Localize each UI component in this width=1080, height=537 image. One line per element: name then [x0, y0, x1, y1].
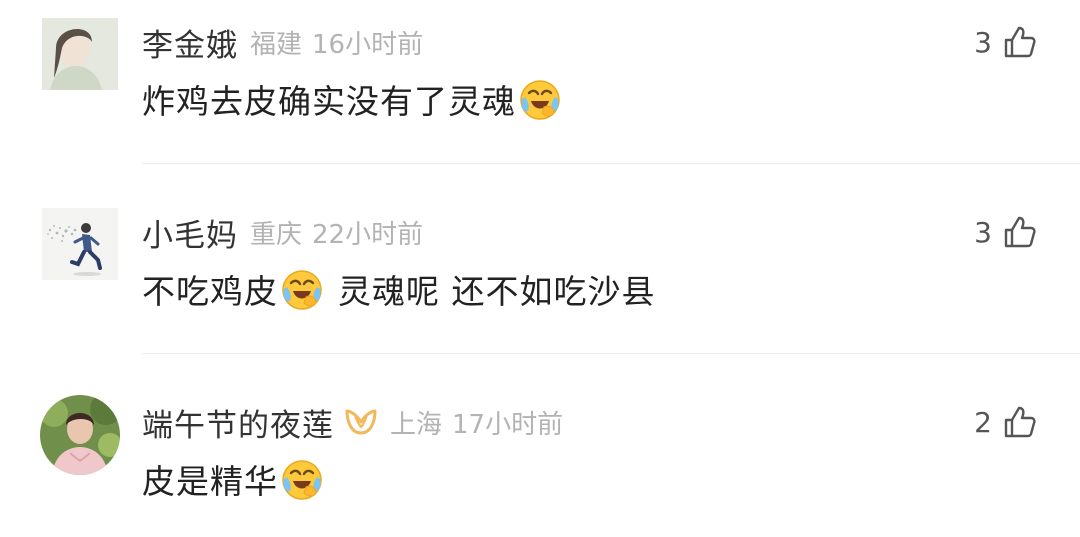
thumbs-up-icon	[1004, 406, 1036, 438]
laugh-cry-emoji-icon	[280, 457, 324, 501]
running-figure-avatar-image	[42, 208, 118, 280]
comment-text: 皮是精华	[142, 455, 326, 503]
comment-text-part: 灵魂呢 还不如吃沙县	[338, 272, 656, 311]
location-label: 重庆	[250, 219, 303, 250]
child-photo-avatar-image	[40, 395, 120, 475]
comment-meta: 李金娥 福建 16小时前	[142, 18, 423, 66]
like-button[interactable]: 3	[974, 22, 1038, 62]
divider	[142, 353, 1080, 354]
comment-item: 李金娥 福建 16小时前 炸鸡去皮确实没有了灵魂 3	[0, 0, 1080, 150]
comment-meta: 小毛妈 重庆 22小时前	[142, 208, 423, 256]
comment-meta: 端午节的夜莲 上海 17小时前	[142, 398, 563, 446]
comment-text: 炸鸡去皮确实没有了灵魂	[142, 75, 564, 123]
avatar[interactable]	[42, 208, 118, 280]
thumbs-up-icon	[1004, 26, 1036, 58]
laugh-cry-emoji-icon	[518, 77, 562, 121]
location-label: 福建	[250, 29, 303, 60]
vip-badge-icon	[344, 407, 378, 437]
avatar[interactable]	[40, 395, 120, 475]
like-button[interactable]: 2	[974, 402, 1038, 442]
laugh-cry-emoji-icon	[280, 267, 324, 311]
timestamp: 16小时前	[312, 29, 424, 60]
like-button[interactable]: 3	[974, 212, 1038, 252]
like-count: 3	[974, 25, 992, 59]
like-count: 3	[974, 215, 992, 249]
avatar[interactable]	[42, 18, 118, 90]
comment-item: 小毛妈 重庆 22小时前 不吃鸡皮 灵魂呢 还不如吃沙县 3	[0, 190, 1080, 340]
username[interactable]: 小毛妈	[142, 210, 238, 255]
comment-item: 端午节的夜莲 上海 17小时前 皮是精华 2	[0, 380, 1080, 530]
like-count: 2	[974, 405, 992, 439]
timestamp: 17小时前	[452, 409, 564, 440]
timestamp: 22小时前	[312, 219, 424, 250]
comment-text-part: 炸鸡去皮确实没有了灵魂	[142, 82, 516, 121]
portrait-avatar-image	[42, 18, 118, 90]
comment-text: 不吃鸡皮 灵魂呢 还不如吃沙县	[142, 265, 656, 313]
comment-text-part: 皮是精华	[142, 462, 278, 501]
divider	[142, 163, 1080, 164]
comment-text-part: 不吃鸡皮	[142, 272, 278, 311]
username[interactable]: 端午节的夜莲	[142, 400, 334, 445]
username[interactable]: 李金娥	[142, 20, 238, 65]
thumbs-up-icon	[1004, 216, 1036, 248]
location-label: 上海	[390, 409, 443, 440]
